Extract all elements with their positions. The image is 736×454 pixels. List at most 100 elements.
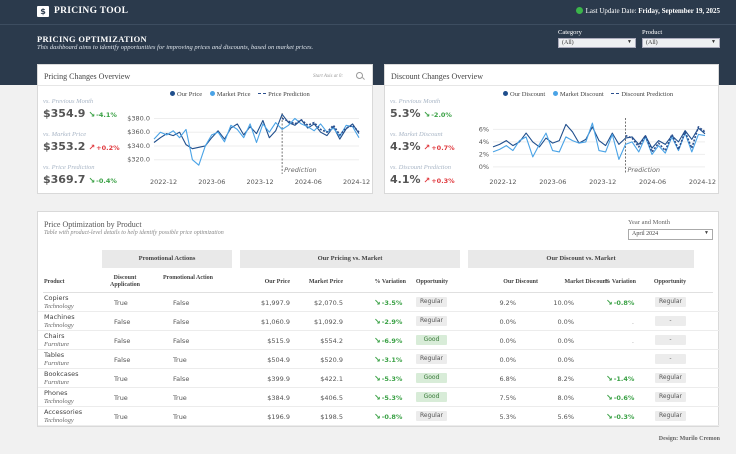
col-header: Promotional Action [162,275,214,281]
trend-down-icon: ↘ [606,298,613,307]
product-category: Furniture [44,360,70,367]
prediction-label: Prediction [284,166,317,174]
our-price: $515.9 [267,337,290,345]
x-tick-label: 2024-06 [639,178,666,186]
category-select-value: (All) [562,40,574,46]
category-select[interactable]: (All) ▼ [558,38,636,48]
product-category: Furniture [44,379,70,386]
x-tick-label: 2024-12 [689,178,716,186]
market-discount: 0.0% [557,337,574,345]
col-header: Opportunity [415,279,449,285]
product-filter-label: Product [642,29,663,36]
trend-down-icon: ↘ [606,374,613,383]
series-line-our-discount [492,123,706,149]
price-opportunity-badge: Good [416,335,447,345]
discount-opportunity-badge: - [655,316,686,326]
our-discount: 0.0% [499,356,516,364]
discount-variation: ↘-0.3% [606,412,634,421]
market-discount: 5.6% [557,413,574,421]
price-variation: ↘-5.3% [374,374,402,383]
market-price: $406.5 [320,394,343,402]
discount-variation: . [632,338,634,345]
status-dot-icon [575,7,583,14]
price-variation-value: -5.3% [381,394,403,402]
chevron-down-icon: ▼ [627,40,632,45]
market-price: $520.9 [320,356,343,364]
group-header: Promotional Actions [102,250,232,268]
pricing-changes-card: Pricing Changes Overview Start Axis at 0… [37,64,373,194]
discount-application: True [114,413,128,421]
discount-opportunity-badge: - [655,335,686,345]
market-price: $2,070.5 [314,299,343,307]
product-name: Tables Furniture [44,351,69,367]
price-opportunity-badge: Regular [416,354,447,364]
product-label: Chairs [44,332,65,340]
table-row: Bookcases Furniture True False $399.9 $422.1 ↘… [38,369,720,388]
our-discount: 7.5% [499,394,516,402]
year-month-value: April 2024 [632,231,659,237]
table-title: Price Optimization by Product [44,220,142,229]
price-optimization-table-card: Price Optimization by Product Table with… [37,211,720,427]
discount-application: False [114,337,131,345]
market-price: $554.2 [320,337,343,345]
price-variation-value: -0.8% [381,413,403,421]
trend-down-icon: ↘ [606,393,613,402]
discount-line-chart: 0% 2% 4% 6% 2022-12 2023-06 2023-12 2024-06 2024… [479,118,716,186]
product-name: Phones Technology [44,389,74,405]
y-tick-label: $380.0 [127,114,150,122]
discount-opportunity-badge: Regular [655,392,686,402]
category-filter: Category (All) ▼ [558,29,636,48]
product-select-value: (All) [646,40,658,46]
dollar-logo-icon: $ [37,6,49,17]
group-header: Our Discount vs. Market [468,250,694,268]
discount-application: True [114,299,128,307]
x-tick-label: 2023-06 [539,178,566,186]
discount-variation: ↘-1.4% [606,374,634,383]
col-header: Discount Application [109,275,140,288]
product-name: Copiers Technology [44,294,74,310]
price-opportunity-badge: Good [416,392,447,402]
x-tick-label: 2023-12 [246,178,273,186]
year-month-label: Year and Month [628,219,670,226]
page-subtitle: This dashboard aims to identify opportun… [37,44,314,51]
discount-variation-value: -0.8% [613,299,635,307]
price-opportunity-badge: Good [416,373,447,383]
x-tick-label: 2022-12 [489,178,516,186]
product-name: Bookcases Furniture [44,370,79,386]
trend-down-icon: ↘ [374,374,381,383]
trend-down-icon: ↘ [374,393,381,402]
our-price: $1,997.9 [261,299,290,307]
col-header: Opportunity [653,279,687,285]
year-month-select[interactable]: April 2024 ▼ [628,229,713,240]
promotional-action: True [173,356,187,364]
our-price: $399.9 [267,375,290,383]
product-select[interactable]: (All) ▼ [642,38,720,48]
col-header: % Variation [604,279,636,285]
discount-opportunity-badge: Regular [655,297,686,307]
col-header: Our Price [264,279,290,285]
update-date: Friday, September 19, 2025 [638,7,720,15]
y-tick-label: $320.0 [127,156,150,164]
discount-application: True [114,375,128,383]
price-variation: ↘-5.3% [374,393,402,402]
our-price: $196.9 [267,413,290,421]
promotional-action: False [173,375,190,383]
discount-application: True [114,394,128,402]
trend-down-icon: ↘ [606,412,613,421]
price-variation-value: -5.3% [381,375,403,383]
our-price: $1,060.9 [261,318,290,326]
col-header: Market Price [308,279,343,285]
trend-down-icon: ↘ [374,412,381,421]
page-title: PRICING OPTIMIZATION [37,34,147,44]
chevron-down-icon: ▼ [704,231,709,236]
product-label: Accessories [44,408,83,416]
discount-variation-value: -0.6% [613,394,635,402]
product-category: Technology [44,303,74,310]
col-header: Product [44,279,65,285]
discount-opportunity-badge: - [655,354,686,364]
price-variation-value: -3.5% [381,299,403,307]
discount-changes-card: Discount Changes Overview vs. Previous M… [384,64,719,194]
x-tick-label: 2024-12 [343,178,370,186]
product-label: Tables [44,351,65,359]
x-tick-label: 2022-12 [150,178,177,186]
